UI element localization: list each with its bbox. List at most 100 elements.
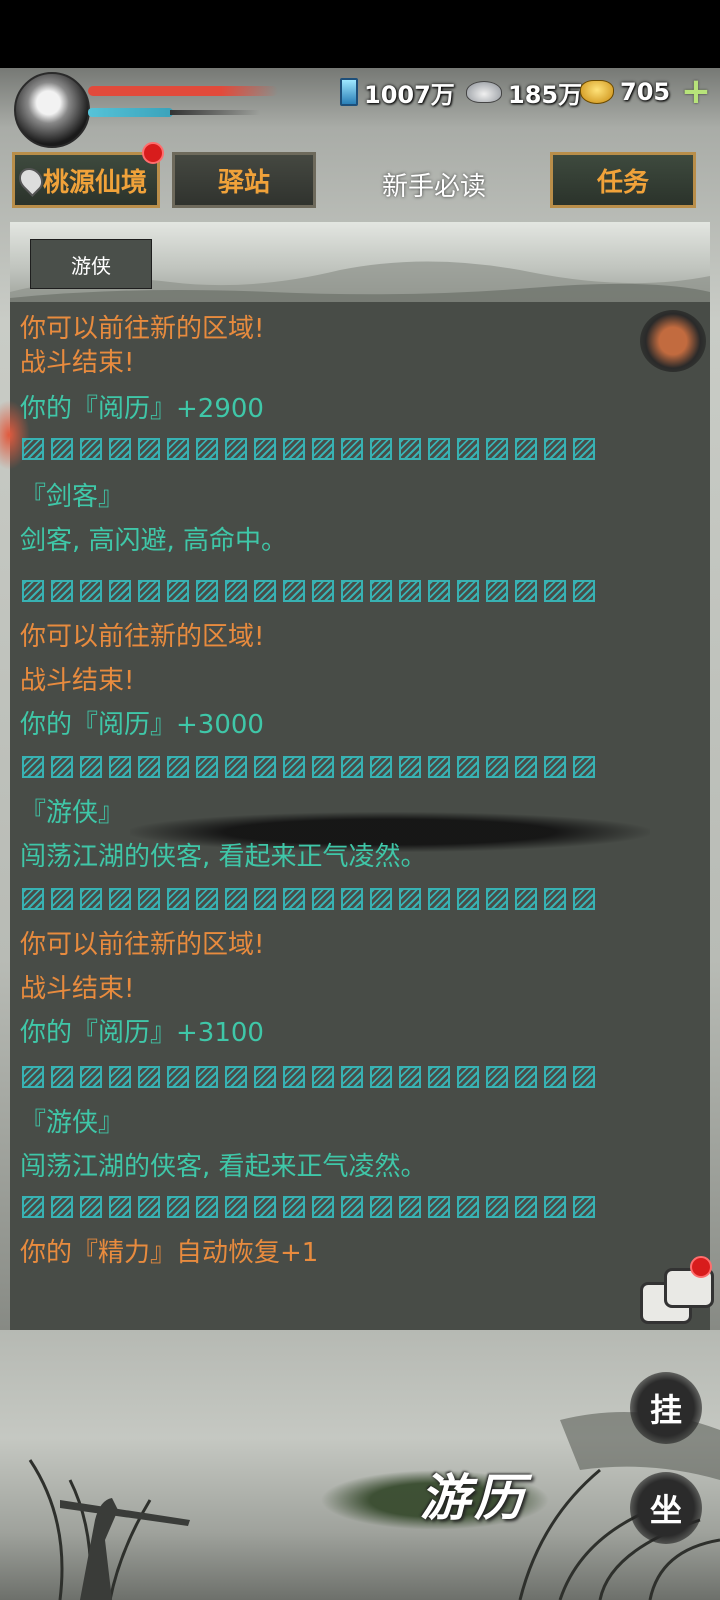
log-line: 你的『阅历』+3100 (20, 1018, 264, 1048)
separator-tile (486, 1196, 508, 1218)
separator-tile (486, 438, 508, 460)
separator-tile (312, 1066, 334, 1088)
separator-tile (109, 580, 131, 602)
separator-tile (515, 756, 537, 778)
crystal-icon (340, 78, 358, 106)
separator-tile (51, 1196, 73, 1218)
gold-resource: 705 (580, 76, 670, 108)
separator-tile (370, 580, 392, 602)
separator-tile (51, 888, 73, 910)
separator-tile (225, 756, 247, 778)
separator-tile (254, 580, 276, 602)
log-line: 你可以前往新的区域! (20, 622, 265, 652)
separator-tile (225, 580, 247, 602)
region-tag[interactable]: 游侠 (30, 239, 152, 289)
separator-tile (22, 580, 44, 602)
separator-tile (428, 888, 450, 910)
separator-tile (283, 756, 305, 778)
separator-tile (225, 888, 247, 910)
separator-tile (225, 1196, 247, 1218)
separator-tile (254, 888, 276, 910)
top-bar: 1007万 185万 705 + (0, 68, 720, 148)
separator-tile (457, 438, 479, 460)
separator-tile (196, 756, 218, 778)
separator-tile (370, 888, 392, 910)
separator-tile (544, 580, 566, 602)
separator-tile (167, 438, 189, 460)
separator-tile (80, 1066, 102, 1088)
separator-tile (167, 756, 189, 778)
shop-icon[interactable] (640, 310, 706, 372)
separator-tile (167, 1196, 189, 1218)
station-label: 驿站 (217, 167, 270, 198)
plus-icon[interactable]: + (680, 74, 712, 110)
separator-tile (254, 438, 276, 460)
separator-tile (51, 1066, 73, 1088)
separator-tile (312, 888, 334, 910)
sit-button[interactable]: 坐 (630, 1472, 702, 1544)
separator-tile (22, 438, 44, 460)
separator-tile (457, 888, 479, 910)
separator-tile (399, 580, 421, 602)
guide-link[interactable]: 新手必读 (382, 166, 486, 203)
log-line: 你可以前往新的区域! (20, 930, 265, 960)
silver-ingot-icon (466, 81, 502, 103)
log-line: 闯荡江湖的侠客, 看起来正气凌然。 (20, 842, 427, 872)
separator-tile (399, 1196, 421, 1218)
crystal-value: 1007万 (364, 80, 455, 109)
separator-tile (51, 580, 73, 602)
log-line: 你可以前往新的区域! (20, 314, 265, 344)
travel-button[interactable]: 游历 (420, 1458, 528, 1530)
separator-tile (196, 438, 218, 460)
separator-tile (544, 1196, 566, 1218)
separator-tile (341, 438, 363, 460)
separator-tile (312, 438, 334, 460)
separator-tile (283, 438, 305, 460)
separator-tile (515, 1196, 537, 1218)
log-separator (22, 756, 595, 780)
log-line: 你的『阅历』+2900 (20, 394, 264, 424)
separator-tile (80, 580, 102, 602)
idle-button[interactable]: 挂 (630, 1372, 702, 1444)
separator-tile (254, 756, 276, 778)
separator-tile (283, 580, 305, 602)
separator-tile (515, 1066, 537, 1088)
separator-tile (22, 1196, 44, 1218)
separator-tile (22, 888, 44, 910)
separator-tile (428, 1066, 450, 1088)
separator-tile (486, 756, 508, 778)
separator-tile (312, 580, 334, 602)
separator-tile (80, 888, 102, 910)
separator-tile (544, 1066, 566, 1088)
avatar[interactable] (14, 72, 90, 148)
silver-value: 185万 (508, 80, 583, 109)
log-line: 战斗结束! (20, 348, 135, 378)
separator-tile (138, 1196, 160, 1218)
separator-tile (544, 756, 566, 778)
mana-bar (88, 108, 173, 117)
log-line: 战斗结束! (20, 666, 135, 696)
separator-tile (486, 888, 508, 910)
log-separator (22, 888, 595, 912)
separator-tile (428, 1196, 450, 1218)
separator-tile (573, 580, 595, 602)
separator-tile (225, 1066, 247, 1088)
separator-tile (167, 1066, 189, 1088)
quest-button[interactable]: 任务 (550, 152, 696, 208)
separator-tile (573, 756, 595, 778)
log-line: 『游侠』 (20, 1108, 125, 1138)
separator-tile (196, 888, 218, 910)
health-bar (88, 86, 278, 96)
separator-tile (138, 756, 160, 778)
log-line: 『游侠』 (20, 798, 125, 828)
separator-tile (138, 1066, 160, 1088)
log-separator (22, 1196, 595, 1220)
idle-label: 挂 (649, 1391, 682, 1429)
separator-tile (399, 888, 421, 910)
gold-ingot-icon (580, 80, 614, 104)
separator-tile (399, 438, 421, 460)
separator-tile (138, 438, 160, 460)
station-button[interactable]: 驿站 (172, 152, 316, 208)
separator-tile (138, 888, 160, 910)
separator-tile (312, 756, 334, 778)
